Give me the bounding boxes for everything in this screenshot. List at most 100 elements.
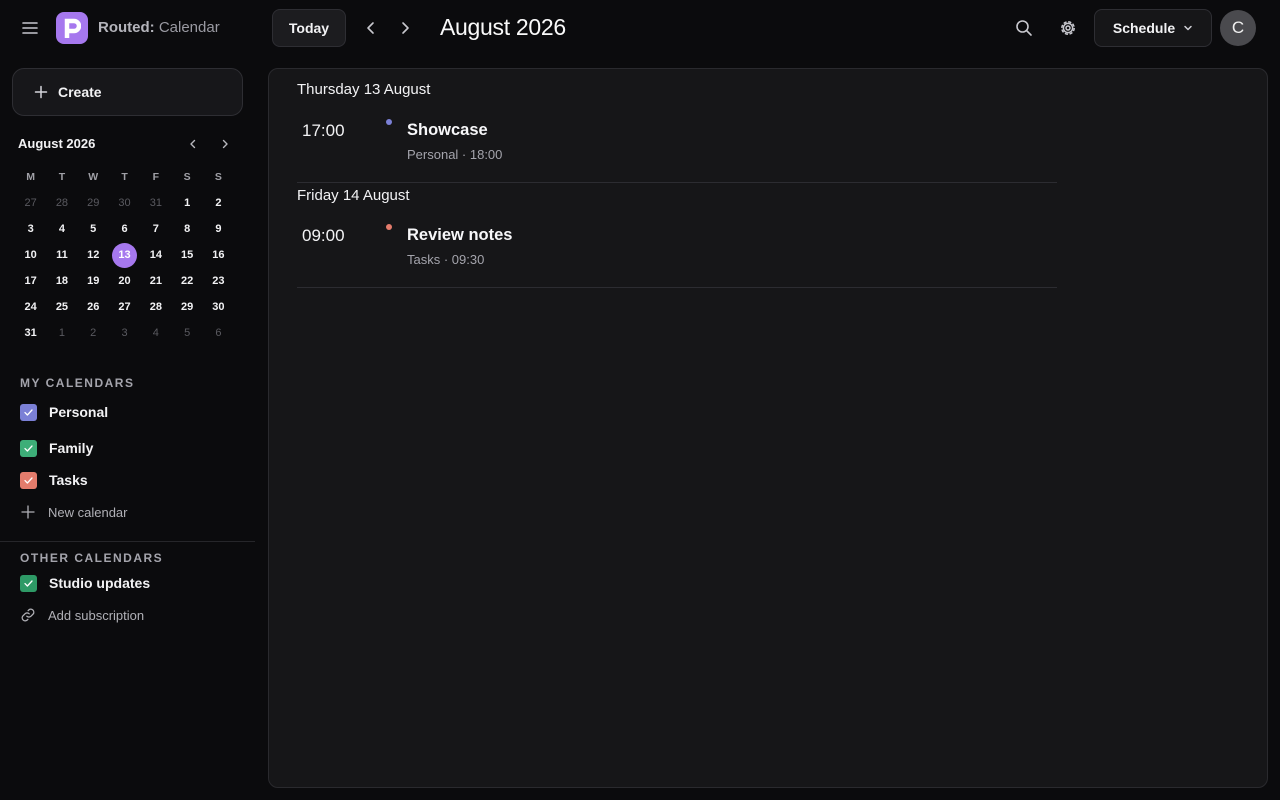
chevron-down-icon [1184, 25, 1192, 31]
mini-calendar-day[interactable]: 1 [46, 320, 77, 346]
mini-calendar-day[interactable]: 7 [140, 216, 171, 242]
today-button[interactable]: Today [272, 9, 346, 47]
mini-calendar-day[interactable]: 29 [78, 190, 109, 216]
mini-calendar-week-row: 17 18 19 20 21 22 23 [15, 268, 234, 294]
mini-calendar-day[interactable]: 29 [171, 294, 202, 320]
day-heading: Friday 14 August [297, 187, 410, 204]
mini-calendar-day[interactable]: 2 [78, 320, 109, 346]
mini-calendar-day[interactable]: 24 [15, 294, 46, 320]
checkbox-studio-updates[interactable] [20, 574, 37, 592]
calendar-item-family[interactable]: Family [20, 437, 93, 459]
menu-button[interactable] [20, 18, 40, 38]
mini-calendar-day[interactable]: 3 [15, 216, 46, 242]
mini-calendar-day[interactable]: 27 [15, 190, 46, 216]
app-title-rest: Calendar [154, 19, 220, 36]
mini-calendar-week-row: 24 25 26 27 28 29 30 [15, 294, 234, 320]
mini-calendar-day[interactable]: 31 [15, 320, 46, 346]
mini-calendar-day[interactable]: 9 [203, 216, 234, 242]
day-separator [297, 287, 1057, 288]
checkbox-tasks[interactable] [20, 471, 37, 489]
mini-calendar-day[interactable]: 12 [78, 242, 109, 268]
mini-calendar-day[interactable]: 27 [109, 294, 140, 320]
mini-calendar-next-button[interactable] [216, 135, 234, 153]
mini-calendar-day[interactable]: 8 [171, 216, 202, 242]
mini-calendar-day[interactable]: 1 [171, 190, 202, 216]
mini-calendar-day[interactable]: 4 [46, 216, 77, 242]
mini-calendar-day[interactable]: 16 [203, 242, 234, 268]
mini-calendar-day[interactable]: 23 [203, 268, 234, 294]
day-number: 7 [152, 223, 159, 235]
weekday-label: F [152, 171, 160, 183]
day-number: 31 [24, 327, 37, 339]
calendar-item-studio-updates[interactable]: Studio updates [20, 572, 150, 594]
mini-calendar-day[interactable]: 21 [140, 268, 171, 294]
day-number: 31 [149, 197, 162, 209]
mini-calendar-title: August 2026 [18, 136, 96, 151]
mini-calendar-day[interactable]: 22 [171, 268, 202, 294]
day-number: 15 [181, 249, 194, 261]
mini-calendar-day[interactable]: 15 [171, 242, 202, 268]
mini-calendar-day[interactable]: 26 [78, 294, 109, 320]
chevron-left-icon [190, 139, 196, 149]
day-number: 24 [24, 301, 37, 313]
app-title-bold: Routed: [98, 19, 155, 36]
gear-icon [1061, 21, 1075, 35]
event-color-dot [386, 224, 392, 230]
mini-calendar-day[interactable]: 30 [203, 294, 234, 320]
user-avatar[interactable]: C [1220, 10, 1256, 46]
mini-calendar-day[interactable]: 28 [140, 294, 171, 320]
mini-calendar-day[interactable]: 6 [203, 320, 234, 346]
calendar-label-family: Family [49, 440, 94, 456]
mini-calendar-day[interactable]: 30 [109, 190, 140, 216]
chevron-left-icon [367, 22, 374, 34]
new-calendar-button[interactable]: New calendar [20, 502, 128, 522]
mini-calendar-day[interactable]: 31 [140, 190, 171, 216]
day-number: 4 [152, 327, 159, 339]
mini-calendar-day[interactable]: 5 [171, 320, 202, 346]
mini-calendar-day[interactable]: 20 [109, 268, 140, 294]
link-icon [21, 608, 35, 622]
mini-calendar-day[interactable]: 17 [15, 268, 46, 294]
mini-calendar-day[interactable]: 2 [203, 190, 234, 216]
day-number: 26 [87, 301, 100, 313]
checkbox-family[interactable] [20, 439, 37, 457]
weekday-label: S [214, 171, 222, 183]
calendar-item-tasks[interactable]: Tasks [20, 469, 88, 491]
mini-calendar-day[interactable]: 6 [109, 216, 140, 242]
day-number: 20 [118, 275, 131, 287]
add-subscription-button[interactable]: Add subscription [20, 605, 144, 625]
day-number: 5 [184, 327, 191, 339]
mini-calendar-day[interactable]: 25 [46, 294, 77, 320]
mini-calendar-day[interactable]: 14 [140, 242, 171, 268]
search-button[interactable] [1011, 15, 1037, 41]
search-icon [1016, 20, 1032, 36]
mini-calendar-day[interactable]: 5 [78, 216, 109, 242]
mini-calendar-day[interactable]: 19 [78, 268, 109, 294]
day-number: 29 [181, 301, 194, 313]
event-item-review-notes[interactable]: 09:00 Review notes Tasks · 09:30 [297, 224, 1057, 288]
calendar-item-personal[interactable]: Personal [20, 401, 108, 423]
mini-calendar-day-selected[interactable]: 13 [109, 242, 140, 268]
checkmark-icon [24, 408, 33, 416]
day-number: 11 [56, 249, 68, 261]
mini-calendar-day[interactable]: 4 [140, 320, 171, 346]
previous-month-button[interactable] [359, 16, 383, 40]
next-month-button[interactable] [393, 16, 417, 40]
mini-calendar-day[interactable]: 11 [46, 242, 77, 268]
weekday-label: T [121, 171, 128, 183]
event-item-showcase[interactable]: 17:00 Showcase Personal · 18:00 [297, 119, 1057, 183]
mini-calendar-day[interactable]: 28 [46, 190, 77, 216]
weekday-label: S [183, 171, 191, 183]
create-button[interactable]: Create [12, 68, 243, 116]
day-heading: Thursday 13 August [297, 81, 431, 98]
mini-calendar-prev-button[interactable] [184, 135, 202, 153]
mini-calendar-day[interactable]: 18 [46, 268, 77, 294]
mini-calendar-day[interactable]: 3 [109, 320, 140, 346]
checkbox-personal[interactable] [20, 403, 37, 421]
settings-button[interactable] [1055, 15, 1081, 41]
view-selector[interactable]: Schedule [1094, 9, 1212, 47]
mini-calendar-day[interactable]: 10 [15, 242, 46, 268]
day-number: 3 [121, 327, 128, 339]
mini-calendar-grid: M T W T F S S 27 28 29 30 31 1 2 3 4 5 6 7 8 9 10 11 12 13 14 15 16… [15, 164, 234, 346]
event-time: 17:00 [302, 121, 345, 140]
